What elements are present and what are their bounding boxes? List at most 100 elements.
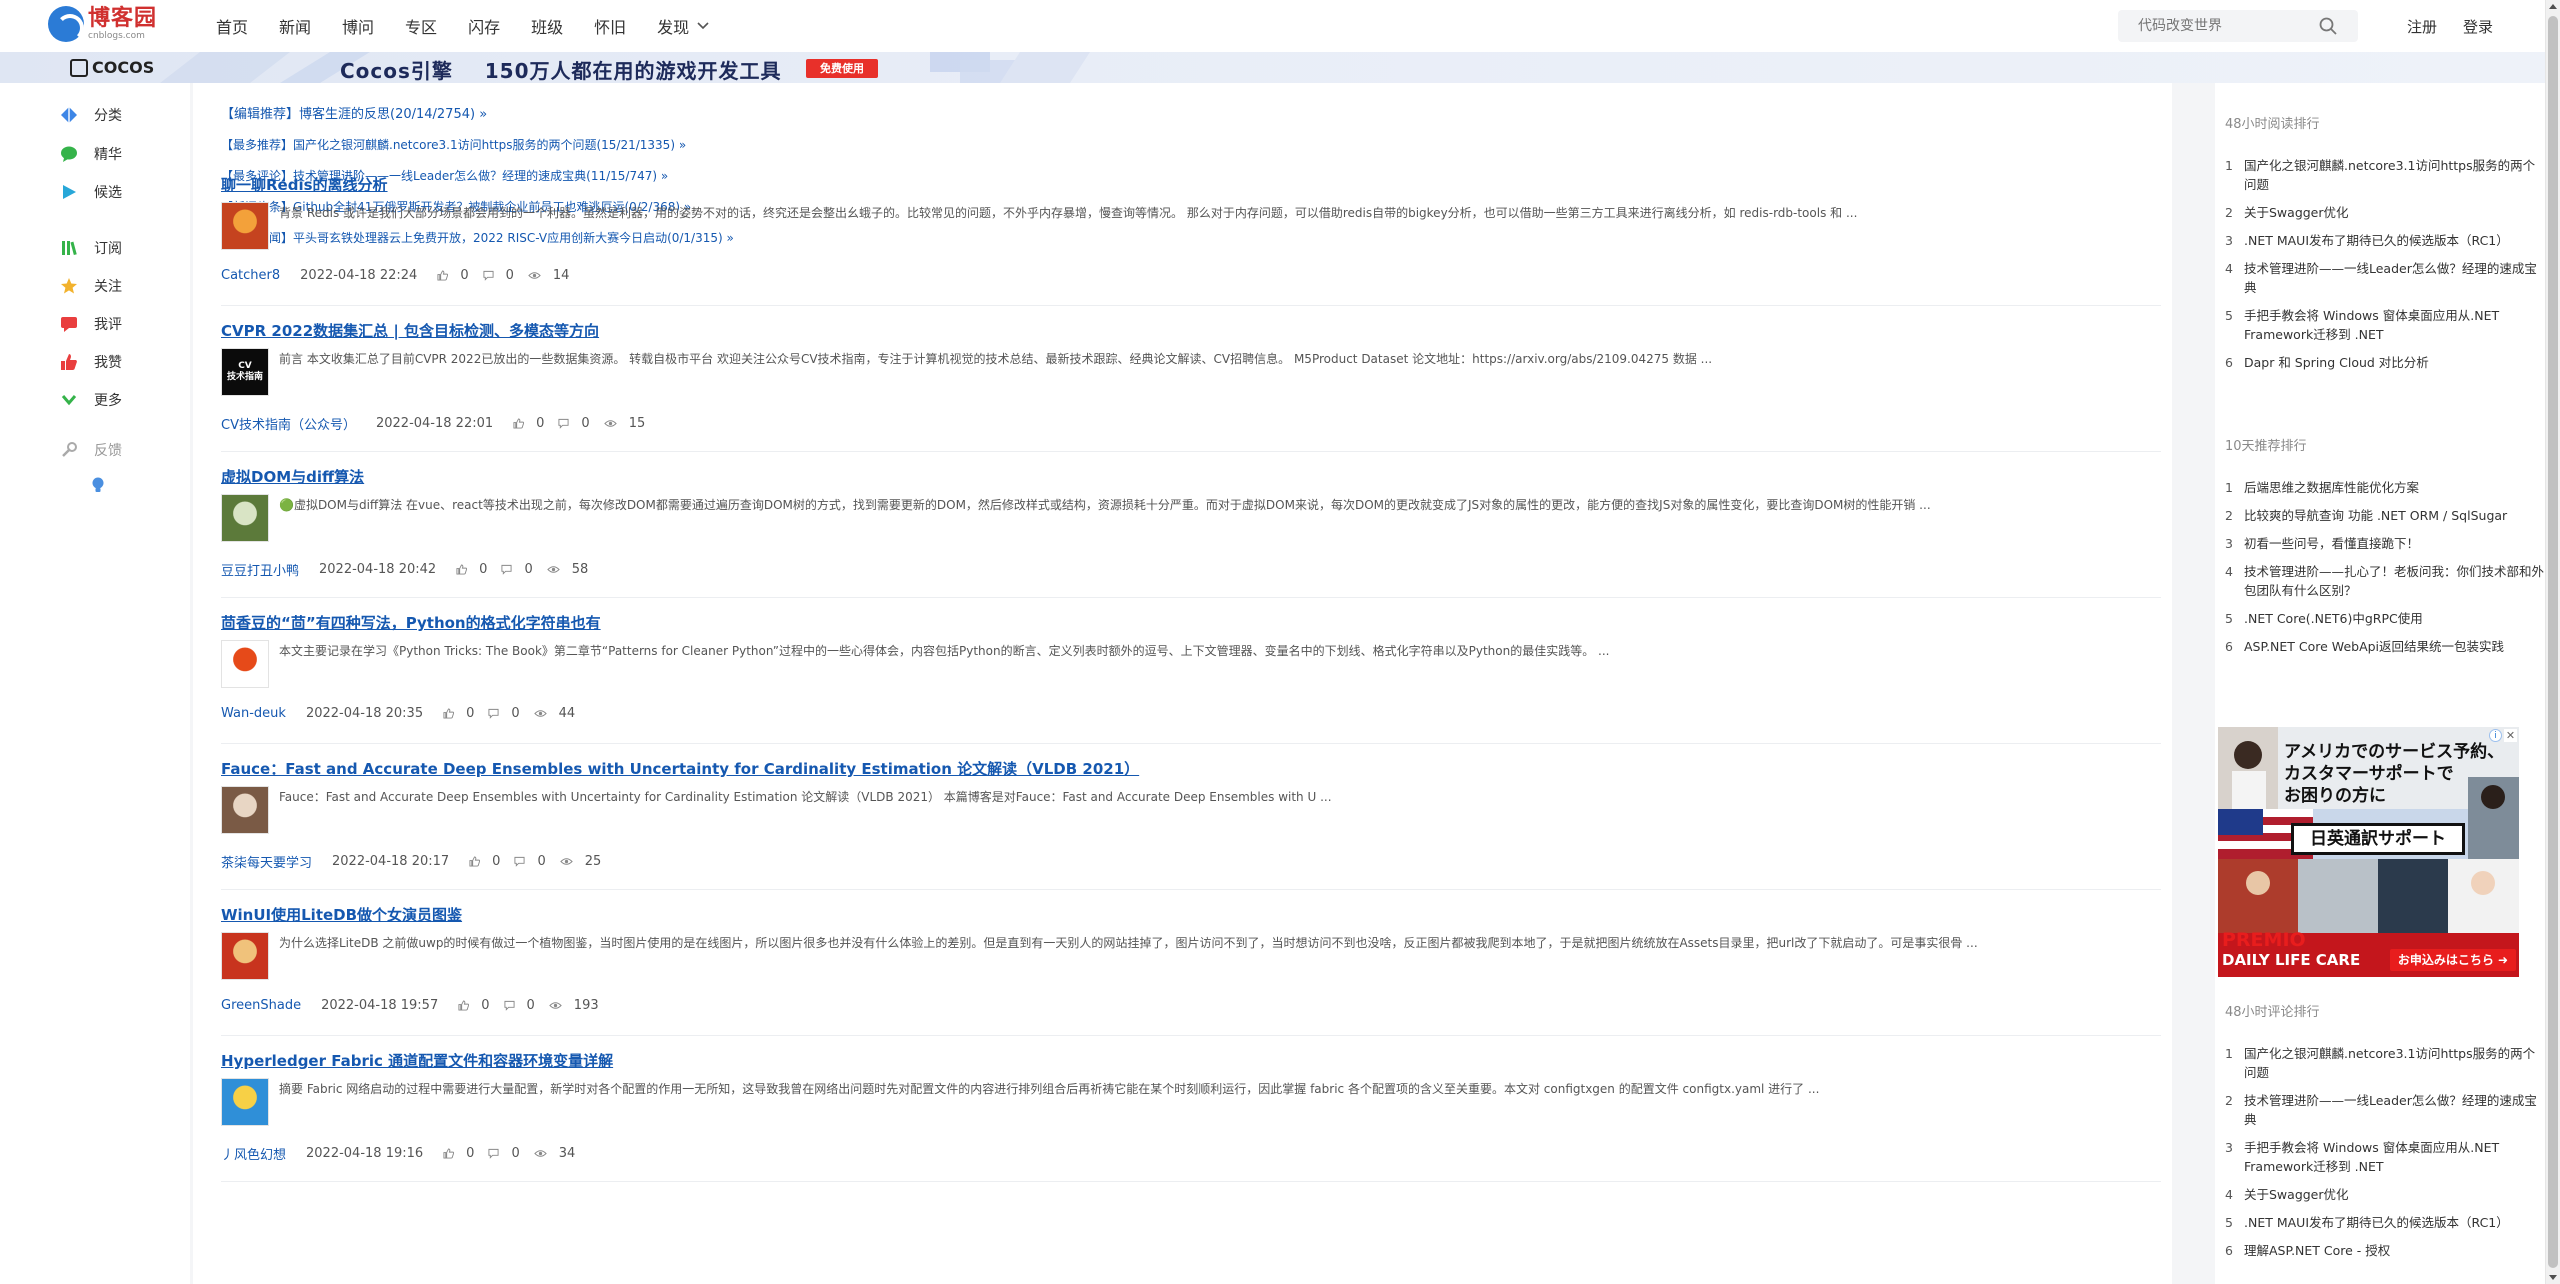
comment-stat[interactable]: 0 — [558, 416, 590, 431]
rank-item-title: 关于Swagger优化 — [2244, 205, 2349, 220]
banner-free-button[interactable]: 免费使用 — [806, 59, 878, 78]
like-stat[interactable]: 0 — [443, 706, 474, 721]
post-title[interactable]: Hyperledger Fabric 通道配置文件和容器环境变量详解 — [221, 1050, 2161, 1071]
like-stat[interactable]: 0 — [458, 998, 490, 1013]
pin-most-recommended[interactable]: 【最多推荐】国产化之银河麒麟.netcore3.1访问https服务的两个问题(… — [221, 136, 734, 153]
sidebar-item-category[interactable]: 分类 — [60, 105, 122, 125]
rank-item[interactable]: 2 比较爽的导航查询 功能 .NET ORM / SqlSugar — [2225, 506, 2545, 525]
like-stat[interactable]: 0 — [456, 562, 487, 577]
rank-item[interactable]: 6 理解ASP.NET Core - 授权 — [2225, 1241, 2545, 1260]
author-avatar[interactable]: CV 技术指南 — [221, 348, 269, 396]
comment-stat[interactable]: 0 — [514, 854, 546, 869]
lightbulb-icon[interactable] — [92, 477, 104, 493]
like-stat[interactable]: 0 — [513, 416, 544, 431]
rank-item[interactable]: 1 国产化之银河麒麟.netcore3.1访问https服务的两个问题 — [2225, 156, 2545, 194]
rank-item[interactable]: 3 .NET MAUI发布了期待已久的候选版本（RC1） — [2225, 231, 2545, 250]
sidebar-item-more[interactable]: 更多 — [60, 390, 122, 410]
site-logo[interactable]: 博客园 cnblogs.com — [48, 6, 157, 42]
author-avatar[interactable] — [221, 640, 269, 688]
sidebar-item-mylikes[interactable]: 我赞 — [60, 352, 122, 372]
comment-stat[interactable]: 0 — [503, 998, 535, 1013]
rank-item[interactable]: 2 关于Swagger优化 — [2225, 203, 2545, 222]
post-title[interactable]: Fauce：Fast and Accurate Deep Ensembles w… — [221, 758, 2161, 779]
comment-stat[interactable]: 0 — [488, 1146, 520, 1161]
view-stat: 15 — [603, 416, 645, 431]
scroll-thumb[interactable] — [2548, 16, 2558, 1268]
post-title[interactable]: WinUI使用LiteDB做个女演员图鉴 — [221, 904, 2161, 925]
rank-item[interactable]: 5 手把手教会将 Windows 窗体桌面应用从.NET Framework迁移到… — [2225, 306, 2545, 344]
rank-item[interactable]: 3 手把手教会将 Windows 窗体桌面应用从.NET Framework迁移到… — [2225, 1138, 2545, 1176]
author-avatar[interactable] — [221, 786, 269, 834]
sidebar-item-candidate[interactable]: 候选 — [60, 182, 122, 202]
rank-item[interactable]: 5 .NET MAUI发布了期待已久的候选版本（RC1） — [2225, 1213, 2545, 1232]
rank-item[interactable]: 1 国产化之银河麒麟.netcore3.1访问https服务的两个问题 — [2225, 1044, 2545, 1082]
rank-item[interactable]: 6 Dapr 和 Spring Cloud 对比分析 — [2225, 353, 2545, 372]
author-avatar[interactable] — [221, 1078, 269, 1126]
ad-close-icon[interactable]: ✕ — [2504, 729, 2517, 742]
like-stat[interactable]: 0 — [469, 854, 500, 869]
author-avatar[interactable] — [221, 932, 269, 980]
main-content: 【编辑推荐】博客生涯的反思(20/14/2754) » 【最多推荐】国产化之银河… — [193, 83, 2172, 1284]
search-icon[interactable] — [2318, 16, 2338, 36]
rank-number: 2 — [2225, 1093, 2233, 1108]
scroll-up-arrow-icon[interactable] — [2549, 4, 2557, 9]
nav-zone[interactable]: 专区 — [405, 14, 437, 38]
sidebar-item-follow[interactable]: 关注 — [60, 276, 122, 296]
post-author[interactable]: GreenShade — [221, 998, 301, 1013]
nav-discover[interactable]: 发现 — [657, 14, 709, 38]
post-title[interactable]: CVPR 2022数据集汇总 | 包含目标检测、多模态等方向 — [221, 320, 2161, 341]
search-input[interactable] — [2118, 18, 2308, 34]
page-scrollbar[interactable] — [2545, 0, 2560, 1284]
nav-q[interactable]: 博问 — [342, 14, 374, 38]
sidebar-label: 我赞 — [94, 355, 122, 371]
thumb-icon — [61, 354, 77, 370]
rank-item-title: 手把手教会将 Windows 窗体桌面应用从.NET Framework迁移到 … — [2244, 1140, 2500, 1174]
register-link[interactable]: 注册 — [2407, 16, 2437, 37]
post-author[interactable]: 丿风色幻想 — [221, 1144, 286, 1163]
sidebar-item-mycomments[interactable]: 我评 — [60, 314, 122, 334]
post-author[interactable]: CV技术指南（公众号） — [221, 414, 356, 433]
nav-old[interactable]: 怀旧 — [594, 14, 626, 38]
rank-item[interactable]: 1 后端思维之数据库性能优化方案 — [2225, 478, 2545, 497]
pin-editor-recommend[interactable]: 【编辑推荐】博客生涯的反思(20/14/2754) » — [221, 103, 734, 122]
rank-item[interactable]: 4 技术管理进阶——扎心了！老板问我：你们技术部和外包团队有什么区别？ — [2225, 562, 2545, 600]
rank-item-title: 国产化之银河麒麟.netcore3.1访问https服务的两个问题 — [2244, 158, 2536, 192]
nav-ing[interactable]: 闪存 — [468, 14, 500, 38]
rank-item[interactable]: 3 初看一些问号，看懂直接跪下！ — [2225, 534, 2545, 553]
login-link[interactable]: 登录 — [2463, 16, 2493, 37]
comment-stat[interactable]: 0 — [488, 706, 520, 721]
post-meta: GreenShade 2022-04-18 19:57 0 0 193 — [221, 998, 613, 1013]
scroll-down-arrow-icon[interactable] — [2549, 1275, 2557, 1280]
eye-icon — [549, 1000, 568, 1011]
post-title[interactable]: 聊一聊Redis的离线分析 — [221, 174, 2161, 195]
rank-item[interactable]: 5 .NET Core(.NET6)中gRPC使用 — [2225, 609, 2545, 628]
rank-item[interactable]: 6 ASP.NET Core WebApi返回结果统一包装实践 — [2225, 637, 2545, 656]
post-title[interactable]: 茴香豆的“茴”有四种写法，Python的格式化字符串也有 — [221, 612, 2161, 633]
post-author[interactable]: Wan-deuk — [221, 706, 286, 721]
nav-home[interactable]: 首页 — [216, 14, 248, 38]
ad-info-icon[interactable]: i — [2489, 729, 2502, 742]
post-author[interactable]: Catcher8 — [221, 268, 280, 283]
author-avatar[interactable] — [221, 202, 269, 250]
sidebar-item-feedback[interactable]: 反馈 — [60, 440, 122, 460]
nav-news[interactable]: 新闻 — [279, 14, 311, 38]
ad-apply-button[interactable]: お申込みはこちら ➜ — [2390, 949, 2516, 971]
like-stat[interactable]: 0 — [443, 1146, 474, 1161]
rank-item[interactable]: 4 关于Swagger优化 — [2225, 1185, 2545, 1204]
sidebar-item-picked[interactable]: 精华 — [60, 144, 122, 164]
view-stat: 58 — [547, 562, 588, 577]
rank-item[interactable]: 2 技术管理进阶——一线Leader怎么做？经理的速成宝典 — [2225, 1091, 2545, 1129]
sidebar-item-subscribe[interactable]: 订阅 — [60, 238, 122, 258]
post-author[interactable]: 茶柒每天要学习 — [221, 852, 312, 871]
like-stat[interactable]: 0 — [437, 268, 469, 283]
post-item: Fauce：Fast and Accurate Deep Ensembles w… — [221, 758, 2161, 890]
post-author[interactable]: 豆豆打丑小鸭 — [221, 560, 299, 579]
post-title[interactable]: 虚拟DOM与diff算法 — [221, 466, 2161, 487]
rank-item[interactable]: 4 技术管理进阶——一线Leader怎么做？经理的速成宝典 — [2225, 259, 2545, 297]
author-avatar[interactable] — [221, 494, 269, 542]
nav-class[interactable]: 班级 — [531, 14, 563, 38]
comment-stat[interactable]: 0 — [501, 562, 533, 577]
comment-stat[interactable]: 0 — [483, 268, 514, 283]
sidebar-ad[interactable]: アメリカでのサービス予約、 カスタマーサポートで お困りの方に 日英通訳サポート… — [2218, 727, 2519, 977]
top-banner-ad[interactable]: COCOS Cocos引擎 150万人都在用的游戏开发工具 免费使用 — [0, 52, 2545, 83]
